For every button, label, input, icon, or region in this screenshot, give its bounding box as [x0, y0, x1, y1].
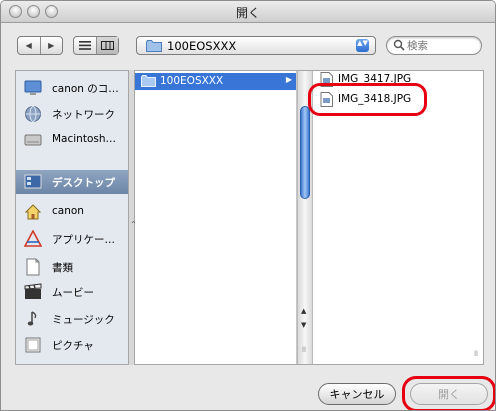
scroll-up-arrow[interactable]: ▲	[301, 307, 306, 315]
list-view-button[interactable]	[74, 37, 96, 54]
sidebar-item-movies[interactable]: ムービー	[16, 280, 128, 304]
popup-arrows-icon: ▲▼	[356, 39, 369, 52]
sidebar: canon のコ… ネットワーク Macintosh… デスクトップ canon…	[15, 70, 128, 365]
disclosure-arrow-icon: ▶	[285, 75, 292, 84]
sidebar-item-label: アプリケー…	[52, 234, 115, 246]
desktop-icon	[24, 174, 42, 189]
view-mode-group	[73, 36, 119, 55]
sidebar-item-label: デスクトップ	[52, 177, 115, 189]
sidebar-item-label: canon	[52, 205, 84, 217]
folder-icon	[141, 75, 156, 87]
open-dialog-window: 開く ◀ ▶ 100EOSXXX ▲▼ 検索 canon のコ… ネットワーク …	[0, 0, 496, 411]
path-popup-label: 100EOSXXX	[167, 39, 237, 53]
search-icon	[393, 39, 405, 51]
sidebar-item-desktop[interactable]: デスクトップ	[16, 170, 128, 194]
window-title: 開く	[235, 6, 260, 20]
selected-file-highlight-ring	[308, 83, 427, 116]
network-globe-icon	[25, 106, 41, 122]
toolbar: ◀ ▶ 100EOSXXX ▲▼ 検索	[1, 24, 495, 66]
cancel-button[interactable]: キャンセル	[318, 383, 396, 405]
search-input[interactable]	[407, 38, 477, 53]
hard-disk-icon	[24, 134, 42, 146]
column-view-icon	[100, 41, 114, 50]
folder-icon	[146, 40, 162, 52]
column-browser: 100EOSXXX ▶ ▲ ▼ ll IMG_3417.JPG IMG_3418…	[135, 70, 484, 365]
column-view-button[interactable]	[95, 37, 118, 54]
sidebar-item-documents[interactable]: 書類	[16, 255, 128, 279]
list-view-icon	[78, 41, 91, 50]
titlebar: 開く	[1, 1, 495, 23]
sidebar-item-label: ピクチャ	[52, 340, 94, 352]
home-icon	[24, 204, 42, 220]
browser-column-1: 100EOSXXX ▶	[135, 71, 297, 364]
column-resize-grip[interactable]: ll	[474, 350, 478, 358]
sidebar-item-label: ミュージック	[52, 314, 115, 326]
sidebar-item-applications[interactable]: アプリケー…	[16, 227, 128, 251]
documents-icon	[26, 258, 40, 276]
column-resize-grip[interactable]: ll	[302, 346, 306, 354]
sidebar-item-music[interactable]: ミュージック	[16, 307, 128, 331]
sidebar-item-network[interactable]: ネットワーク	[16, 102, 128, 126]
search-field[interactable]	[386, 36, 482, 55]
nav-button-group: ◀ ▶	[17, 36, 63, 55]
folder-name: 100EOSXXX	[160, 75, 224, 87]
movies-clapboard-icon	[24, 283, 42, 299]
sidebar-item-label: canon のコ…	[52, 83, 119, 95]
pictures-frame-icon	[25, 337, 41, 353]
sidebar-item-label: ネットワーク	[52, 109, 115, 121]
scrollbar-thumb[interactable]	[300, 106, 310, 199]
path-popup-menu[interactable]: 100EOSXXX ▲▼	[136, 36, 376, 55]
scroll-down-arrow[interactable]: ▼	[301, 321, 306, 329]
computer-icon	[24, 80, 42, 95]
forward-button[interactable]: ▶	[39, 37, 63, 54]
sidebar-item-label: 書類	[52, 262, 73, 274]
applications-icon	[24, 230, 42, 247]
sidebar-splitter[interactable]: ⌃	[128, 70, 137, 365]
sidebar-item-computer[interactable]: canon のコ…	[16, 76, 128, 100]
sidebar-item-label: ムービー	[52, 287, 94, 299]
folder-row-selected[interactable]: 100EOSXXX ▶	[135, 73, 296, 90]
column-vertical-scrollbar[interactable]: ▲ ▼ ll	[297, 71, 313, 364]
music-note-icon	[27, 311, 37, 326]
sidebar-item-macintosh-hd[interactable]: Macintosh…	[16, 128, 128, 152]
open-button-highlight-ring	[402, 376, 495, 410]
sidebar-item-home[interactable]: canon	[16, 200, 128, 224]
sidebar-item-label: Macintosh…	[52, 133, 117, 145]
back-button[interactable]: ◀	[18, 37, 40, 54]
sidebar-item-pictures[interactable]: ピクチャ	[16, 333, 128, 357]
